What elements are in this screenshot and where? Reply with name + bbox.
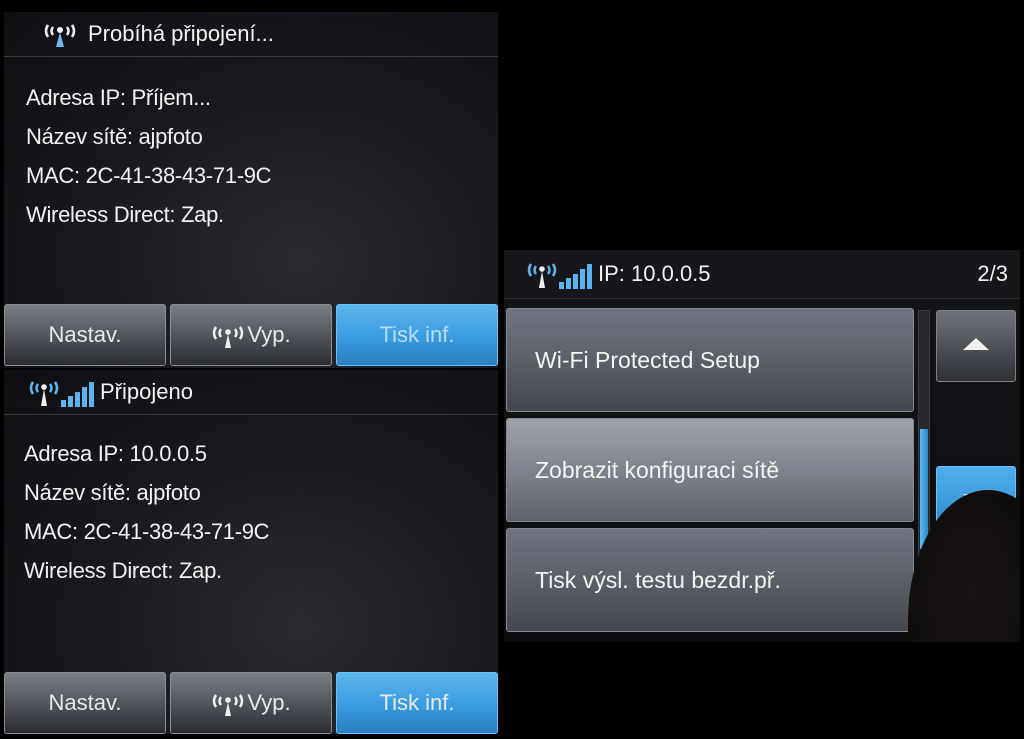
wifi-connecting-icon: [42, 19, 78, 49]
menu-item-label: Zobrazit konfiguraci sítě: [535, 456, 780, 483]
wireless-antenna-icon: [211, 689, 245, 717]
network-info: Adresa IP: 10.0.0.5 Název sítě: ajpfoto …: [24, 434, 270, 590]
network-info: Adresa IP: Příjem... Název sítě: ajpfoto…: [26, 78, 272, 234]
screen-connected: Připojeno Adresa IP: 10.0.0.5 Název sítě…: [4, 370, 498, 734]
menu-item-label: Wi-Fi Protected Setup: [535, 346, 760, 373]
menu-item-view-config[interactable]: Zobrazit konfiguraci sítě: [506, 418, 914, 522]
status-text: Probíhá připojení...: [88, 21, 274, 46]
button-row: Nastav. Vyp. Tisk inf.: [4, 304, 498, 366]
menu-item-label: Tisk výsl. testu bezdr.př.: [535, 566, 781, 593]
wireless-off-label: Vyp.: [247, 322, 291, 347]
button-row: Nastav. Vyp. Tisk inf.: [4, 672, 498, 734]
wireless-off-button[interactable]: Vyp.: [170, 304, 332, 366]
scrollbar-thumb[interactable]: [920, 429, 928, 549]
settings-button-label: Nastav.: [48, 322, 122, 347]
settings-button[interactable]: Nastav.: [4, 304, 166, 366]
screen-network-menu: IP: 10.0.0.5 2/3 Wi-Fi Protected Setup Z…: [504, 250, 1020, 642]
status-text: Připojeno: [100, 379, 193, 404]
settings-button[interactable]: Nastav.: [4, 672, 166, 734]
print-info-label: Tisk inf.: [379, 690, 455, 715]
arrow-up-icon: [961, 336, 991, 357]
network-name: Název sítě: ajpfoto: [26, 124, 203, 149]
print-info-button[interactable]: Tisk inf.: [336, 672, 498, 734]
mac-address: MAC: 2C-41-38-43-71-9C: [26, 163, 272, 188]
page-indicator: 2/3: [977, 261, 1008, 286]
wireless-direct-status: Wireless Direct: Zap.: [24, 558, 222, 583]
network-name: Název sítě: ajpfoto: [24, 480, 201, 505]
menu-item-print-wireless-test[interactable]: Tisk výsl. testu bezdr.př.: [506, 528, 914, 632]
status-bar: Probíhá připojení...: [4, 12, 498, 57]
wireless-direct-status: Wireless Direct: Zap.: [26, 202, 224, 227]
settings-button-label: Nastav.: [48, 690, 122, 715]
screen-connecting: Probíhá připojení... Adresa IP: Příjem..…: [4, 12, 498, 368]
wireless-off-button[interactable]: Vyp.: [170, 672, 332, 734]
ip-status-text: IP: 10.0.0.5: [598, 261, 711, 286]
scroll-up-button[interactable]: [936, 310, 1016, 382]
wifi-signal-icon: [526, 258, 592, 290]
status-bar: IP: 10.0.0.5 2/3: [504, 250, 1020, 299]
network-menu-list: Wi-Fi Protected Setup Zobrazit konfigura…: [506, 308, 914, 638]
status-bar: Připojeno: [4, 370, 498, 415]
wifi-signal-icon: [28, 376, 94, 408]
ip-address: Adresa IP: Příjem...: [26, 85, 211, 110]
menu-item-wps[interactable]: Wi-Fi Protected Setup: [506, 308, 914, 412]
wireless-antenna-icon: [211, 321, 245, 349]
print-info-button[interactable]: Tisk inf.: [336, 304, 498, 366]
wireless-off-label: Vyp.: [247, 690, 291, 715]
print-info-label: Tisk inf.: [379, 322, 455, 347]
ip-address: Adresa IP: 10.0.0.5: [24, 441, 207, 466]
mac-address: MAC: 2C-41-38-43-71-9C: [24, 519, 270, 544]
